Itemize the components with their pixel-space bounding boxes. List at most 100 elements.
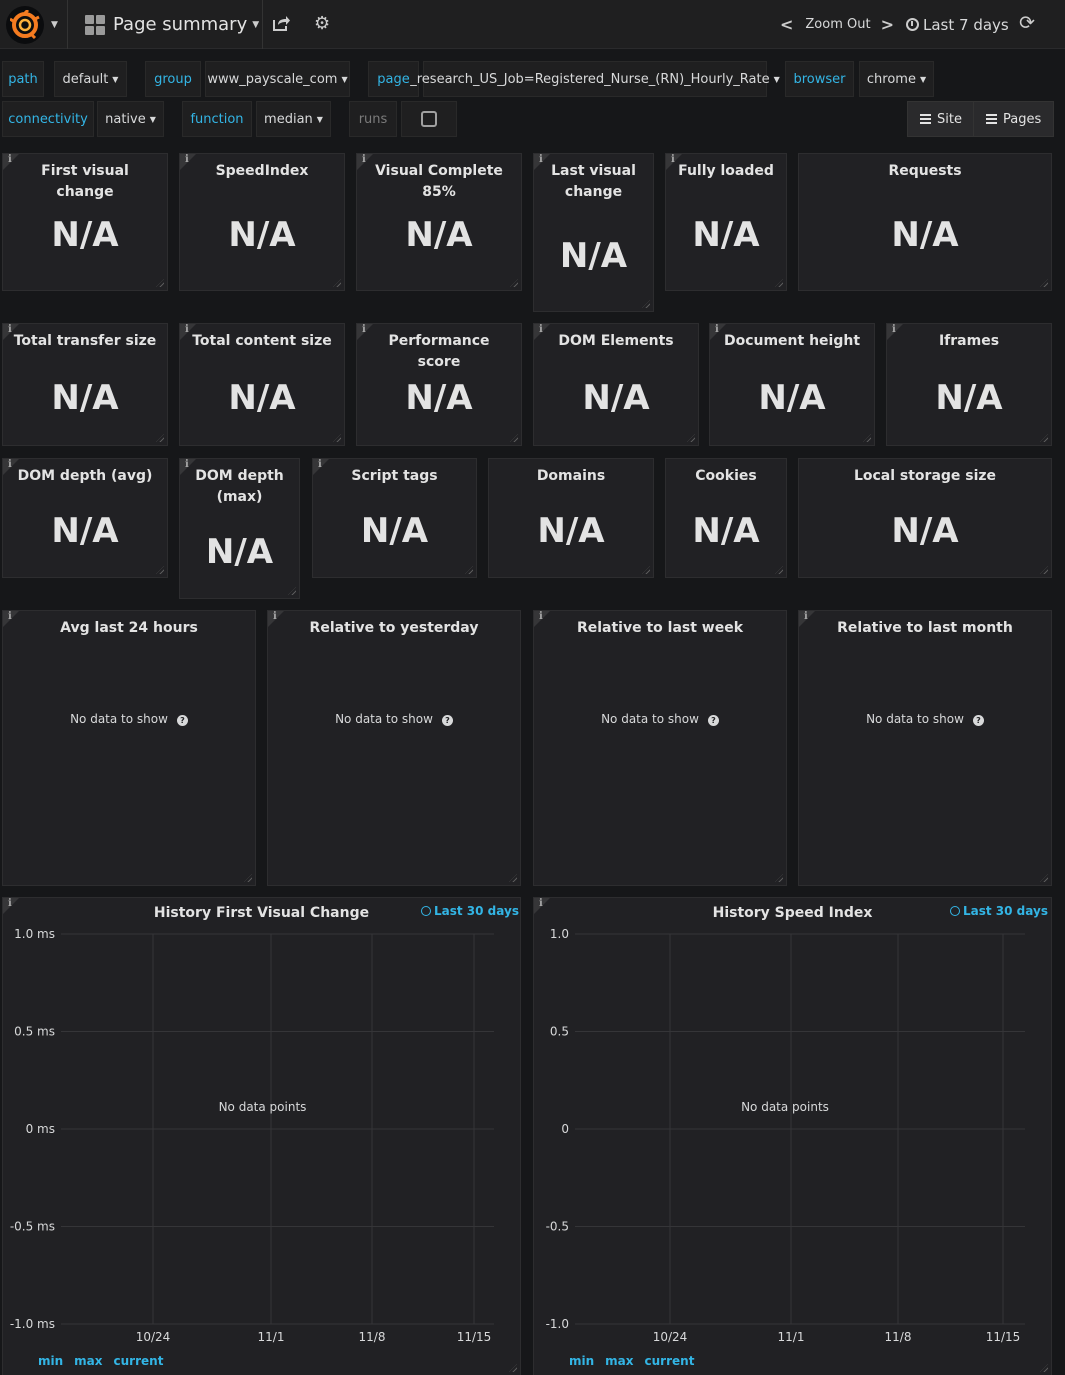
runs-checkbox[interactable] [401,101,457,137]
refresh-icon[interactable]: ⟳ [1019,12,1035,34]
y-tick-label: 0 ms [26,1122,55,1136]
resize-handle-icon[interactable] [775,279,783,287]
panel-title: Fully loaded [678,163,774,179]
info-icon: i [892,324,896,335]
variable-select-function[interactable]: median ▼ [256,101,331,137]
stat-panel-domains[interactable]: Domains N/A [488,458,654,578]
y-tick-label: 0.5 [550,1025,569,1039]
site-dashboard-link[interactable]: Site [907,101,975,137]
variable-select-page[interactable]: _research_US_Job=Registered_Nurse_(RN)_H… [410,61,780,97]
graph-legend: min max current [38,1354,174,1368]
chevron-right-icon[interactable]: > [881,15,894,34]
stat-panel-requests[interactable]: Requests N/A [798,153,1052,291]
graph-plot-area[interactable]: 1.0 ms 0.5 ms 0 ms -0.5 ms -1.0 ms 10/24 11/1 1… [3,898,522,1375]
resize-handle-icon[interactable] [333,434,341,442]
resize-handle-icon[interactable] [288,587,296,595]
resize-handle-icon[interactable] [509,874,517,882]
time-range-label: Last 7 days [923,15,1009,34]
stat-panel-first-visual-change[interactable]: i First visual change N/A [2,153,168,291]
no-data-text: No data to show [70,712,168,726]
variable-select-browser[interactable]: chrome ▼ [859,61,934,97]
stat-panel-performance-score[interactable]: i Performance score N/A [356,323,522,446]
resize-handle-icon[interactable] [642,300,650,308]
dashboard-picker[interactable]: Page summary ▼ [69,0,263,49]
panel-title: Visual Complete 85% [375,163,503,200]
resize-handle-icon[interactable] [863,434,871,442]
stat-panel-last-visual-change[interactable]: i Last visual change N/A [533,153,654,312]
resize-handle-icon[interactable] [1040,566,1048,574]
info-icon: i [804,611,808,622]
zoom-out-button[interactable]: Zoom Out [805,17,870,32]
x-tick-label: 11/1 [258,1330,285,1344]
resize-handle-icon[interactable] [156,434,164,442]
stat-panel-dom-elements[interactable]: i DOM Elements N/A [533,323,699,446]
panel-relative-to-yesterday[interactable]: i Relative to yesterday No data to show? [267,610,521,886]
question-circle-icon[interactable]: ? [707,715,719,726]
legend-current[interactable]: current [114,1354,164,1368]
info-icon: i [8,611,12,622]
variable-select-connectivity[interactable]: native ▼ [97,101,164,137]
variable-value-path: default [62,71,109,87]
resize-handle-icon[interactable] [687,434,695,442]
graph-legend: min max current [569,1354,705,1368]
pages-dashboard-link[interactable]: Pages [973,101,1055,137]
resize-handle-icon[interactable] [156,566,164,574]
variable-select-path[interactable]: default ▼ [54,61,127,97]
panel-title: Requests [888,163,962,179]
resize-handle-icon[interactable] [510,434,518,442]
stat-panel-dom-depth-avg[interactable]: i DOM depth (avg) N/A [2,458,168,578]
stat-panel-local-storage-size[interactable]: Local storage size N/A [798,458,1052,578]
graph-plot-area[interactable]: 1.0 0.5 0 -0.5 -1.0 10/24 11/1 11/8 11/15 No data… [534,898,1053,1375]
stat-value: N/A [405,215,473,255]
stat-panel-iframes[interactable]: i Iframes N/A [886,323,1052,446]
stat-panel-dom-depth-max[interactable]: i DOM depth (max) N/A [179,458,300,599]
legend-current[interactable]: current [645,1354,695,1368]
stat-panel-speedindex[interactable]: i SpeedIndex N/A [179,153,345,291]
resize-handle-icon[interactable] [333,279,341,287]
resize-handle-icon[interactable] [465,566,473,574]
chevron-left-icon[interactable]: < [780,15,793,34]
info-icon: i [362,324,366,335]
stat-panel-document-height[interactable]: i Document height N/A [709,323,875,446]
question-circle-icon[interactable]: ? [176,715,188,726]
resize-handle-icon[interactable] [775,566,783,574]
graph-panel-history-speed-index[interactable]: i History Speed Index Last 30 days 1.0 0.… [533,897,1052,1375]
panel-title: DOM depth (max) [195,468,284,505]
resize-handle-icon[interactable] [642,566,650,574]
stat-panel-total-transfer-size[interactable]: i Total transfer size N/A [2,323,168,446]
resize-handle-icon[interactable] [1040,434,1048,442]
variable-label-runs: runs [349,101,397,137]
time-picker-button[interactable]: Last 7 days [906,0,1009,49]
y-tick-label: 0 [561,1122,569,1136]
panel-relative-to-last-month[interactable]: i Relative to last month No data to show… [798,610,1052,886]
panel-title: Total transfer size [13,333,157,349]
stat-panel-script-tags[interactable]: i Script tags N/A [312,458,477,578]
stat-panel-fully-loaded[interactable]: i Fully loaded N/A [665,153,787,291]
resize-handle-icon[interactable] [244,874,252,882]
info-icon: i [318,459,322,470]
panel-avg-last-24-hours[interactable]: i Avg last 24 hours No data to show? [2,610,256,886]
y-tick-label: 0.5 ms [14,1025,55,1039]
info-icon: i [8,459,12,470]
variable-select-group[interactable]: www_payscale_com ▼ [205,61,350,97]
legend-max[interactable]: max [74,1354,102,1368]
resize-handle-icon[interactable] [775,874,783,882]
graph-panel-history-first-visual-change[interactable]: i History First Visual Change Last 30 da… [2,897,521,1375]
legend-min[interactable]: min [38,1354,63,1368]
share-icon[interactable] [272,14,290,36]
resize-handle-icon[interactable] [156,279,164,287]
stat-panel-cookies[interactable]: Cookies N/A [665,458,787,578]
resize-handle-icon[interactable] [1040,874,1048,882]
legend-min[interactable]: min [569,1354,594,1368]
grafana-menu-button[interactable]: ▼ [0,0,68,49]
stat-panel-total-content-size[interactable]: i Total content size N/A [179,323,345,446]
resize-handle-icon[interactable] [1040,279,1048,287]
resize-handle-icon[interactable] [510,279,518,287]
no-data-message: No data to show? [534,712,786,726]
legend-max[interactable]: max [605,1354,633,1368]
gear-icon[interactable]: ⚙ [314,13,330,34]
question-circle-icon[interactable]: ? [972,715,984,726]
stat-panel-visual-complete-85[interactable]: i Visual Complete 85% N/A [356,153,522,291]
panel-relative-to-last-week[interactable]: i Relative to last week No data to show? [533,610,787,886]
question-circle-icon[interactable]: ? [441,715,453,726]
